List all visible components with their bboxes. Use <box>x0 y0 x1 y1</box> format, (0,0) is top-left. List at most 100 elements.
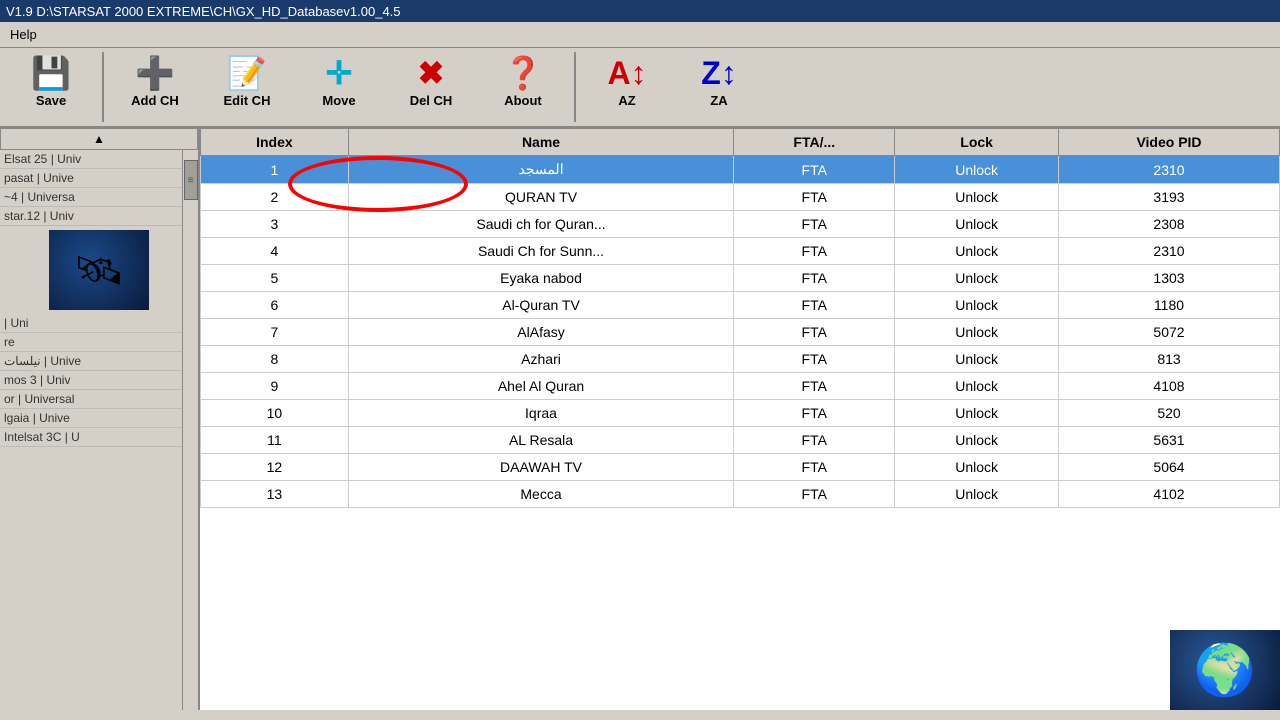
row-name: Eyaka nabod <box>348 265 733 292</box>
za-label: ZA <box>710 93 727 108</box>
add-ch-button[interactable]: ➕ Add CH <box>110 52 200 122</box>
table-row[interactable]: 6Al-Quran TVFTAUnlock1180 <box>201 292 1280 319</box>
sidebar-item[interactable]: re <box>0 333 198 352</box>
sidebar-item[interactable]: mos 3 | Univ <box>0 371 198 390</box>
about-icon: ❓ <box>503 57 543 89</box>
row-index: 8 <box>201 346 349 373</box>
satellite-image <box>49 230 149 310</box>
sidebar-item[interactable]: | Uni <box>0 314 198 333</box>
row-fta: FTA <box>734 427 895 454</box>
row-index: 6 <box>201 292 349 319</box>
table-row[interactable]: 4Saudi Ch for Sunn...FTAUnlock2310 <box>201 238 1280 265</box>
sidebar-scroll-up[interactable]: ▲ <box>0 128 198 150</box>
edit-ch-button[interactable]: 📝 Edit CH <box>202 52 292 122</box>
del-ch-button[interactable]: ✖Del CH <box>386 52 476 122</box>
move-label: Move <box>322 93 355 108</box>
row-lock: Unlock <box>895 346 1059 373</box>
row-lock: Unlock <box>895 319 1059 346</box>
row-video-pid: 2310 <box>1059 238 1280 265</box>
table-row[interactable]: 8AzhariFTAUnlock813 <box>201 346 1280 373</box>
row-name: Al-Quran TV <box>348 292 733 319</box>
sidebar-item[interactable]: ~4 | Universa <box>0 188 198 207</box>
save-button[interactable]: 💾Save <box>6 52 96 122</box>
row-fta: FTA <box>734 238 895 265</box>
sidebar-item[interactable]: Elsat 25 | Univ <box>0 150 198 169</box>
row-index: 3 <box>201 211 349 238</box>
about-button[interactable]: ❓ About <box>478 52 568 122</box>
scrollbar-thumb[interactable]: ≡ <box>184 160 198 200</box>
row-name: المسجد <box>348 156 733 184</box>
table-row[interactable]: 3Saudi ch for Quran...FTAUnlock2308 <box>201 211 1280 238</box>
row-name: Saudi Ch for Sunn... <box>348 238 733 265</box>
toolbar: 💾Save ➕ Add CH 📝 Edit CH ✛ Move ✖Del CH ❓ About A↕… <box>0 48 1280 128</box>
row-fta: FTA <box>734 319 895 346</box>
table-header: Lock <box>895 129 1059 156</box>
az-label: AZ <box>618 93 635 108</box>
row-video-pid: 5631 <box>1059 427 1280 454</box>
menu-bar: Help <box>0 22 1280 48</box>
row-video-pid: 2308 <box>1059 211 1280 238</box>
row-video-pid: 5064 <box>1059 454 1280 481</box>
sidebar-item[interactable]: lgaia | Unive <box>0 409 198 428</box>
table-row[interactable]: 1المسجدFTAUnlock2310 <box>201 156 1280 184</box>
table-header: Index <box>201 129 349 156</box>
table-row[interactable]: 5Eyaka nabodFTAUnlock1303 <box>201 265 1280 292</box>
row-fta: FTA <box>734 265 895 292</box>
title-text: V1.9 D:\STARSAT 2000 EXTREME\CH\GX_HD_Da… <box>6 4 401 19</box>
edit-ch-label: Edit CH <box>224 93 271 108</box>
edit-ch-icon: 📝 <box>227 57 267 89</box>
row-video-pid: 4102 <box>1059 481 1280 508</box>
row-index: 9 <box>201 373 349 400</box>
del-ch-icon: ✖ <box>418 57 445 89</box>
move-button[interactable]: ✛ Move <box>294 52 384 122</box>
table-row[interactable]: 10IqraaFTAUnlock520 <box>201 400 1280 427</box>
save-label: Save <box>36 93 66 108</box>
table-row[interactable]: 11AL ResalaFTAUnlock5631 <box>201 427 1280 454</box>
az-button[interactable]: A↕ AZ <box>582 52 672 122</box>
row-index: 1 <box>201 156 349 184</box>
row-video-pid: 1303 <box>1059 265 1280 292</box>
row-lock: Unlock <box>895 373 1059 400</box>
row-lock: Unlock <box>895 454 1059 481</box>
sidebar-item[interactable]: نيلسات | Unive <box>0 352 198 371</box>
row-name: QURAN TV <box>348 184 733 211</box>
move-icon: ✛ <box>326 57 353 89</box>
row-index: 5 <box>201 265 349 292</box>
row-video-pid: 1180 <box>1059 292 1280 319</box>
sidebar-item[interactable]: Intelsat 3C | U <box>0 428 198 447</box>
row-index: 10 <box>201 400 349 427</box>
row-lock: Unlock <box>895 238 1059 265</box>
toolbar-separator <box>102 52 104 122</box>
row-name: DAAWAH TV <box>348 454 733 481</box>
sidebar: ▲ Elsat 25 | Univpasat | Unive~4 | Unive… <box>0 128 200 710</box>
row-video-pid: 5072 <box>1059 319 1280 346</box>
sidebar-item[interactable]: or | Universal <box>0 390 198 409</box>
sidebar-item[interactable]: star.12 | Univ <box>0 207 198 226</box>
row-video-pid: 520 <box>1059 400 1280 427</box>
menu-help[interactable]: Help <box>6 25 41 44</box>
satellite-image-bottom <box>1170 630 1280 710</box>
table-row[interactable]: 12DAAWAH TVFTAUnlock5064 <box>201 454 1280 481</box>
table-row[interactable]: 7AlAfasyFTAUnlock5072 <box>201 319 1280 346</box>
add-ch-label: Add CH <box>131 93 179 108</box>
za-button[interactable]: Z↕ZA <box>674 52 764 122</box>
row-video-pid: 4108 <box>1059 373 1280 400</box>
table-row[interactable]: 2QURAN TVFTAUnlock3193 <box>201 184 1280 211</box>
table-header: Name <box>348 129 733 156</box>
sidebar-scrollbar[interactable]: ≡ <box>182 150 198 710</box>
row-lock: Unlock <box>895 427 1059 454</box>
row-fta: FTA <box>734 373 895 400</box>
row-index: 12 <box>201 454 349 481</box>
table-row[interactable]: 9Ahel Al QuranFTAUnlock4108 <box>201 373 1280 400</box>
add-ch-icon: ➕ <box>135 57 175 89</box>
row-fta: FTA <box>734 481 895 508</box>
row-index: 2 <box>201 184 349 211</box>
channel-table: IndexNameFTA/...LockVideo PID1المسجدFTAU… <box>200 128 1280 508</box>
row-lock: Unlock <box>895 211 1059 238</box>
sidebar-item[interactable]: pasat | Unive <box>0 169 198 188</box>
az-icon: A↕ <box>607 57 646 89</box>
row-fta: FTA <box>734 292 895 319</box>
row-name: Saudi ch for Quran... <box>348 211 733 238</box>
table-row[interactable]: 13MeccaFTAUnlock4102 <box>201 481 1280 508</box>
about-label: About <box>504 93 542 108</box>
